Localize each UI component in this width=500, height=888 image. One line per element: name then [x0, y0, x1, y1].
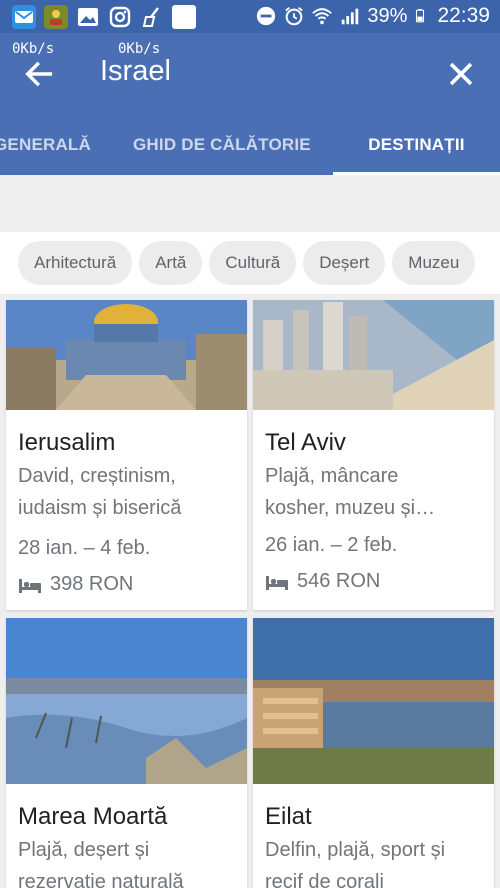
upload-speed: 0Kb/s [12, 41, 55, 57]
hotel-bed-icon [266, 575, 288, 590]
status-bar: 39% 22:39 [0, 0, 500, 33]
destination-card-dead-sea[interactable]: Marea Moartă Plajă, deșert și rezervație… [6, 618, 247, 888]
chip-art[interactable]: Artă [139, 241, 203, 285]
instagram-icon [108, 5, 132, 29]
blank-app-icon [172, 5, 196, 29]
destination-name: Ierusalim [18, 429, 116, 456]
tab-travel-guide[interactable]: GHID DE CĂLĂTORIE [133, 115, 311, 175]
clock: 22:39 [437, 4, 490, 27]
wifi-icon [312, 8, 333, 25]
destination-name: Eilat [265, 803, 312, 830]
price-value: 398 RON [50, 573, 134, 595]
alarm-icon [285, 7, 304, 26]
description-line: David, creștinism, [18, 465, 176, 487]
travel-dates: 28 ian. – 4 feb. [18, 537, 151, 559]
destination-card-eilat[interactable]: Eilat Delfin, plajă, sport și recif de c… [253, 618, 494, 888]
destination-description: Plajă, deșert și rezervație naturală [18, 834, 237, 888]
description-line: recif de corali [265, 871, 384, 888]
battery-percent: 39% [367, 4, 408, 27]
page-title: Israel [100, 55, 171, 87]
description-line: rezervație naturală [18, 871, 184, 888]
app-bar: 0Kb/s 0Kb/s Israel GENERALĂ GHID DE CĂLĂ… [0, 33, 500, 175]
hotel-price: 398 RON [18, 573, 133, 596]
signal-icon [342, 8, 359, 25]
jerusalem-photo [6, 300, 247, 410]
hotel-price: 546 RON [265, 570, 380, 593]
description-line: Plajă, deșert și [18, 839, 150, 861]
chip-museum[interactable]: Muzeu [392, 241, 476, 285]
tel-aviv-photo [253, 300, 494, 410]
price-value: 546 RON [297, 570, 381, 592]
tab-destinations[interactable]: DESTINAȚII [333, 115, 500, 175]
chip-desert[interactable]: Deșert [303, 241, 386, 285]
description-line: Plajă, mâncare [265, 465, 399, 487]
battery-icon [416, 9, 425, 23]
destination-description: Plajă, mâncare kosher, muzeu și… [265, 460, 484, 524]
cleaner-icon [140, 5, 164, 29]
chip-culture[interactable]: Cultură [209, 241, 297, 285]
destination-description: Delfin, plajă, sport și recif de corali [265, 834, 484, 888]
destination-card-tel-aviv[interactable]: Tel Aviv Plajă, mâncare kosher, muzeu și… [253, 300, 494, 610]
dead-sea-photo [6, 618, 247, 784]
tab-bar: GENERALĂ GHID DE CĂLĂTORIE DESTINAȚII [0, 115, 500, 175]
dnd-icon [257, 6, 276, 26]
contacts-icon [44, 5, 68, 29]
destination-card-jerusalem[interactable]: Ierusalim David, creștinism, iudaism și … [6, 300, 247, 610]
travel-dates: 26 ian. – 2 feb. [265, 534, 398, 556]
tab-general[interactable]: GENERALĂ [0, 115, 91, 175]
close-icon[interactable] [444, 57, 478, 91]
destination-name: Tel Aviv [265, 429, 346, 456]
eilat-photo [253, 618, 494, 784]
description-line: Delfin, plajă, sport și [265, 839, 446, 861]
hotel-bed-icon [19, 578, 41, 593]
destination-description: David, creștinism, iudaism și biserică [18, 460, 237, 524]
description-line: iudaism și biserică [18, 497, 182, 519]
description-line: kosher, muzeu și… [265, 497, 436, 519]
gallery-icon [76, 5, 100, 29]
back-arrow-icon[interactable] [22, 57, 56, 91]
category-filter-strip: Arhitectură Artă Cultură Deșert Muzeu [0, 232, 500, 294]
chip-architecture[interactable]: Arhitectură [18, 241, 133, 285]
active-tab-indicator [333, 172, 500, 175]
mail-icon [12, 5, 36, 29]
destination-name: Marea Moartă [18, 803, 168, 830]
